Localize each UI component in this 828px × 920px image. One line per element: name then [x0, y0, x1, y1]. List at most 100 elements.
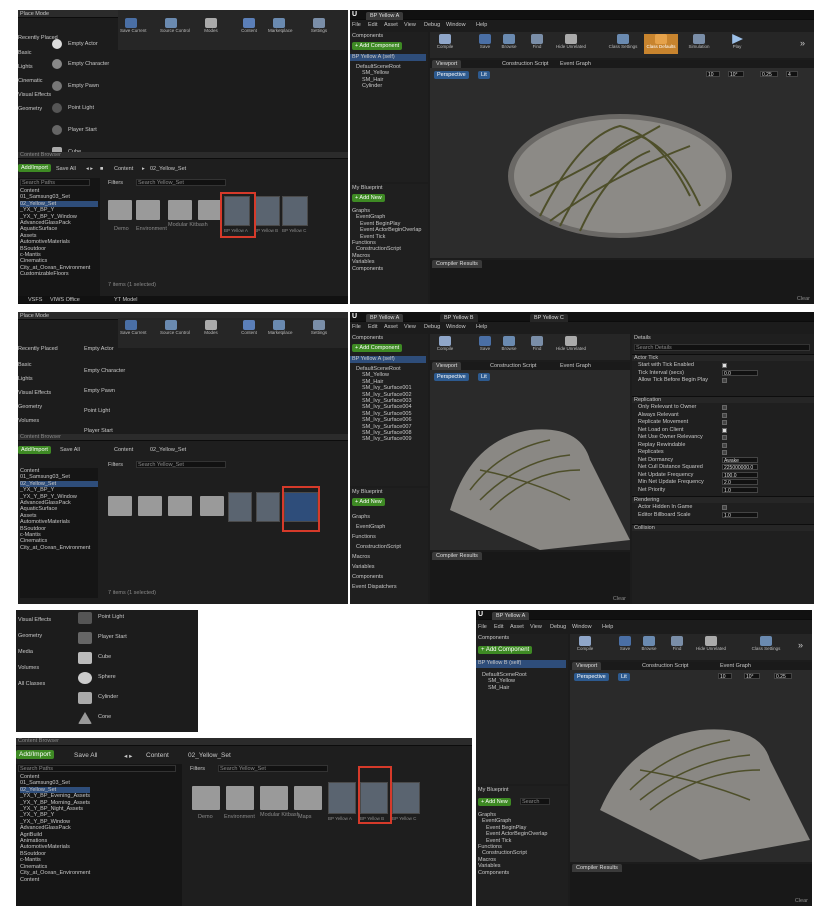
menu-view[interactable]: View — [530, 624, 542, 630]
menu-asset[interactable]: Asset — [384, 22, 398, 28]
section-graphs[interactable]: Graphs — [352, 512, 401, 522]
component-item[interactable]: SM_Ivy_Surface001 — [356, 385, 412, 391]
place-item[interactable]: Point Light — [84, 408, 110, 414]
clear-button[interactable]: Clear — [797, 296, 810, 302]
tab-event-graph[interactable]: Event Graph — [720, 663, 751, 669]
checkbox[interactable] — [722, 405, 727, 410]
filters-button[interactable]: Filters — [108, 462, 123, 468]
blueprint-tab[interactable]: BP Yellow B — [440, 314, 478, 322]
folder-environment[interactable] — [136, 200, 160, 220]
filters-button[interactable]: Filters — [108, 180, 123, 186]
value-field[interactable]: 225000000.0 — [722, 464, 758, 471]
value-field[interactable]: 0.0 — [722, 369, 758, 377]
rotation-snap-value[interactable]: 10° — [728, 71, 744, 78]
place-item[interactable]: Cube — [98, 654, 111, 660]
tab-viewport[interactable]: Viewport — [572, 662, 602, 670]
nav-arrows[interactable]: ◂ ▸ — [124, 752, 132, 760]
add-component-button[interactable]: + Add Component — [478, 646, 533, 654]
folder-maps[interactable] — [294, 786, 322, 810]
menu-file[interactable]: File — [352, 324, 361, 330]
modes-button[interactable]: Modes — [200, 320, 222, 340]
save-all-button[interactable]: Save All — [74, 752, 98, 759]
viewport[interactable]: Perspective Lit 10 10° 0.25 — [570, 670, 812, 862]
breadcrumb-content[interactable]: Content — [114, 447, 133, 453]
lit-button[interactable]: Lit — [478, 71, 490, 79]
details-search-input[interactable]: Search Details — [636, 345, 672, 351]
category-item[interactable]: Volumes — [18, 660, 51, 676]
checkbox[interactable] — [722, 420, 727, 425]
save-button[interactable]: Save — [474, 34, 496, 54]
tab-viewport[interactable]: Viewport — [432, 362, 462, 370]
search-assets-input[interactable]: Search Yellow_Set — [138, 462, 184, 468]
tab-event-graph[interactable]: Event Graph — [560, 61, 591, 67]
source-control-button[interactable]: Source Control — [160, 320, 190, 340]
add-new-button[interactable]: + Add New — [478, 798, 511, 806]
place-item-player-start[interactable]: Player Start — [50, 122, 128, 138]
save-current-button[interactable]: Save Current — [120, 18, 147, 38]
search-paths-input[interactable]: Search Paths — [22, 180, 55, 186]
browse-button[interactable]: Browse — [498, 336, 520, 356]
add-import-button[interactable]: Add/Import — [18, 164, 51, 172]
breadcrumb-yellow-set[interactable]: 02_Yellow_Set — [150, 166, 186, 172]
overflow-chevron-icon[interactable]: » — [800, 38, 805, 48]
category-item[interactable]: Media — [18, 644, 51, 660]
compiler-results-tab[interactable]: Compiler Results — [572, 864, 622, 872]
hide-unrelated-button[interactable]: Hide Unrelated — [694, 636, 728, 656]
save-all-button[interactable]: Save All — [60, 447, 80, 453]
camera-speed-value[interactable]: 4 — [786, 71, 798, 78]
folder-maps[interactable] — [200, 496, 224, 516]
asset-bp-yellow-b[interactable] — [254, 196, 280, 226]
add-import-button[interactable]: Add/Import — [18, 446, 51, 454]
menu-view[interactable]: View — [404, 324, 416, 330]
component-item[interactable]: SM_Ivy_Surface004 — [356, 404, 412, 410]
section-components[interactable]: Components — [352, 572, 401, 582]
content-button[interactable]: Content — [238, 18, 260, 38]
hide-unrelated-button[interactable]: Hide Unrelated — [554, 34, 588, 54]
folder-modular[interactable] — [260, 786, 288, 810]
menu-edit[interactable]: Edit — [368, 22, 377, 28]
section-macros[interactable]: Macros — [352, 552, 401, 562]
category-geometry[interactable]: Geometry — [18, 102, 48, 116]
value-field[interactable]: Awake — [722, 456, 758, 464]
content-browser-tab[interactable]: Content Browser — [20, 152, 61, 158]
category-item[interactable]: Visual Effects — [18, 386, 51, 400]
section-collision[interactable]: Collision — [634, 525, 655, 531]
menu-window[interactable]: Window — [446, 22, 466, 28]
component-item[interactable]: SM_Ivy_Surface009 — [356, 436, 412, 442]
tab-construction-script[interactable]: Construction Script — [490, 363, 536, 369]
place-item[interactable]: Cone — [98, 714, 111, 720]
component-item[interactable]: Cylinder — [356, 83, 401, 89]
tree-item[interactable]: City_at_Ocean_Environment — [20, 870, 90, 876]
save-button[interactable]: Save — [614, 636, 636, 656]
search-assets-input[interactable]: Search Yellow_Set — [220, 766, 266, 772]
overflow-chevron-icon[interactable]: » — [798, 640, 803, 650]
place-item[interactable]: Empty Actor — [84, 346, 114, 352]
category-item[interactable]: Volumes — [18, 414, 48, 428]
place-item[interactable]: Point Light — [98, 614, 124, 620]
compile-button[interactable]: Compile — [434, 336, 456, 356]
place-item[interactable]: Empty Pawn — [84, 388, 115, 394]
menu-help[interactable]: Help — [602, 624, 613, 630]
breadcrumb-content[interactable]: Content — [146, 752, 169, 759]
folder-environment[interactable] — [138, 496, 162, 516]
asset-bp-yellow-b[interactable] — [256, 492, 280, 522]
section-actor-tick[interactable]: Actor Tick — [634, 355, 658, 361]
add-new-button[interactable]: + Add New — [352, 194, 385, 202]
category-item[interactable]: All Classes — [18, 676, 51, 692]
value-field[interactable]: 100.0 — [722, 471, 758, 479]
construction-script-item[interactable]: ConstructionScript — [352, 542, 401, 552]
perspective-button[interactable]: Perspective — [434, 71, 469, 79]
menu-debug[interactable]: Debug — [424, 324, 440, 330]
checkbox[interactable] — [722, 363, 727, 368]
category-item[interactable]: Basic — [18, 358, 48, 372]
value-field[interactable]: 1.0 — [722, 511, 758, 519]
folder-demo[interactable] — [192, 786, 220, 810]
tree-item[interactable]: _YX_Y_BP_Evening_Assets — [20, 793, 90, 799]
category-item[interactable]: Lights — [18, 372, 48, 386]
tab-construction-script[interactable]: Construction Script — [642, 663, 688, 669]
menu-asset[interactable]: Asset — [510, 624, 524, 630]
section-rendering[interactable]: Rendering — [634, 497, 659, 503]
search-paths-input[interactable]: Search Paths — [20, 766, 53, 772]
section-event-dispatchers[interactable]: Event Dispatchers — [352, 582, 401, 592]
scale-snap-value[interactable]: 0.25 — [760, 71, 778, 78]
